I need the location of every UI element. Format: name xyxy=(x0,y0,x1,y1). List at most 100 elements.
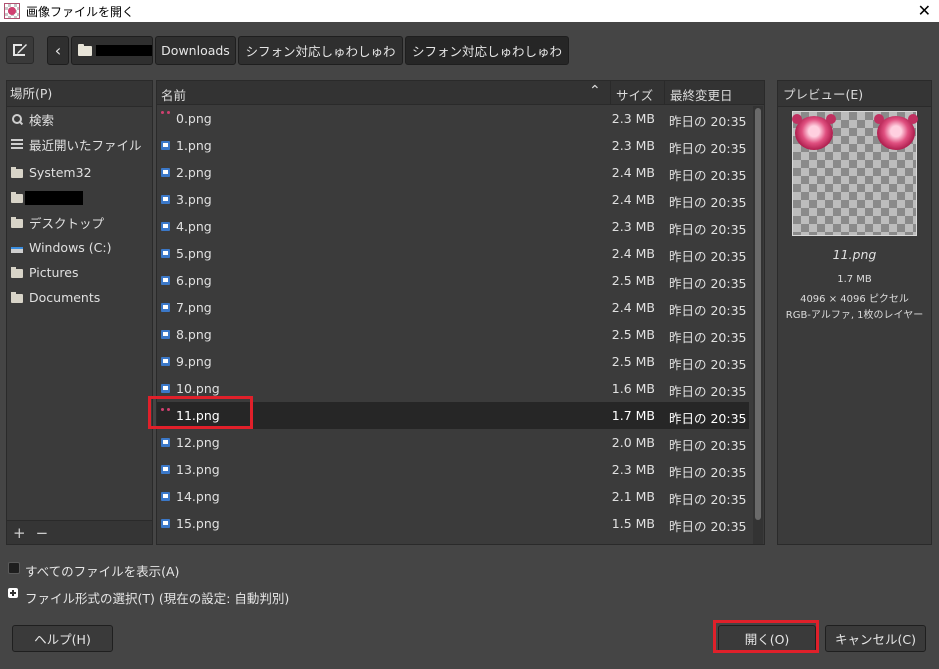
place-windows-drive[interactable]: Windows (C:) xyxy=(7,235,152,260)
file-name: 2.png xyxy=(176,165,212,180)
image-file-icon xyxy=(161,111,170,123)
place-label: デスクトップ xyxy=(29,216,105,231)
file-row[interactable]: 1.png 2.3 MB 昨日の 20:35 xyxy=(157,132,749,159)
window-title: 画像ファイルを開く xyxy=(26,4,135,19)
file-row[interactable]: 0.png 2.3 MB 昨日の 20:35 xyxy=(157,105,749,132)
file-size: 1.5 MB xyxy=(611,516,655,531)
crumb-downloads[interactable]: Downloads xyxy=(155,36,236,65)
file-row[interactable]: 10.png 1.6 MB 昨日の 20:35 xyxy=(157,375,749,402)
crumb-folder-2[interactable]: シフォン対応しゅわしゅわ xyxy=(405,36,569,65)
image-file-icon xyxy=(161,303,170,312)
image-file-icon xyxy=(161,519,170,528)
place-label: 検索 xyxy=(29,113,55,128)
help-button[interactable]: ヘルプ(H) xyxy=(12,625,113,652)
open-button[interactable]: 開く(O) xyxy=(718,625,816,652)
file-date: 昨日の 20:35 xyxy=(669,465,747,480)
place-recent[interactable]: 最近開いたファイル xyxy=(7,132,152,157)
file-row[interactable]: 9.png 2.5 MB 昨日の 20:35 xyxy=(157,348,749,375)
file-date: 昨日の 20:35 xyxy=(669,276,747,291)
column-size[interactable]: サイズ xyxy=(616,85,653,104)
image-file-icon xyxy=(161,222,170,231)
file-size: 2.3 MB xyxy=(611,219,655,234)
crumb-folder-1[interactable]: シフォン対応しゅわしゅわ xyxy=(238,36,403,65)
file-row[interactable]: 11.png 1.7 MB 昨日の 20:35 xyxy=(157,402,749,429)
preview-header[interactable]: プレビュー(E) xyxy=(778,81,931,107)
preview-thumbnail xyxy=(792,111,918,236)
scrollbar-thumb[interactable] xyxy=(755,108,761,520)
back-button[interactable]: ‹ xyxy=(47,36,69,65)
file-date: 昨日の 20:35 xyxy=(669,249,747,264)
place-desktop[interactable]: デスクトップ xyxy=(7,210,152,235)
file-type-expander-label[interactable]: ファイル形式の選択(T) (現在の設定: 自動判別) xyxy=(25,588,289,607)
image-file-icon xyxy=(161,408,170,420)
column-date[interactable]: 最終変更日 xyxy=(670,85,733,104)
preview-size: 1.7 MB xyxy=(837,274,872,285)
file-date: 昨日の 20:35 xyxy=(669,195,747,210)
file-name: 15.png xyxy=(176,516,220,531)
file-name: 12.png xyxy=(176,435,220,450)
file-date: 昨日の 20:35 xyxy=(669,114,747,129)
image-file-icon xyxy=(161,195,170,204)
file-row[interactable]: 2.png 2.4 MB 昨日の 20:35 xyxy=(157,159,749,186)
file-date: 昨日の 20:35 xyxy=(669,357,747,372)
file-size: 2.5 MB xyxy=(611,327,655,342)
column-name[interactable]: 名前 xyxy=(161,85,186,104)
file-row[interactable]: 8.png 2.5 MB 昨日の 20:35 xyxy=(157,321,749,348)
place-label: Documents xyxy=(29,290,101,305)
file-row[interactable]: 3.png 2.4 MB 昨日の 20:35 xyxy=(157,186,749,213)
file-date: 昨日の 20:35 xyxy=(669,384,747,399)
folder-icon xyxy=(11,217,23,228)
file-name: 13.png xyxy=(176,462,220,477)
folder-icon xyxy=(11,292,23,303)
file-name: 14.png xyxy=(176,489,220,504)
place-pictures[interactable]: Pictures xyxy=(7,260,152,285)
file-row[interactable]: 13.png 2.3 MB 昨日の 20:35 xyxy=(157,456,749,483)
image-file-icon xyxy=(161,249,170,258)
file-date: 昨日の 20:35 xyxy=(669,519,747,534)
file-size: 2.1 MB xyxy=(611,489,655,504)
file-size: 2.3 MB xyxy=(611,462,655,477)
search-icon xyxy=(11,113,23,126)
file-row[interactable]: 6.png 2.5 MB 昨日の 20:35 xyxy=(157,267,749,294)
image-file-icon xyxy=(161,384,170,393)
expand-icon[interactable] xyxy=(8,588,18,598)
file-name: 4.png xyxy=(176,219,212,234)
file-row[interactable]: 7.png 2.4 MB 昨日の 20:35 xyxy=(157,294,749,321)
add-place-icon[interactable]: + xyxy=(13,524,26,542)
folder-icon xyxy=(11,167,23,178)
app-icon xyxy=(4,3,20,19)
edit-location-button[interactable] xyxy=(6,36,34,64)
file-size: 2.5 MB xyxy=(611,354,655,369)
cancel-button[interactable]: キャンセル(C) xyxy=(825,625,926,652)
place-system32[interactable]: System32 xyxy=(7,160,152,185)
file-name: 0.png xyxy=(176,111,212,126)
preview-mode: RGB-アルファ, 1枚のレイヤー xyxy=(785,310,924,321)
show-all-files-checkbox[interactable] xyxy=(8,562,20,574)
file-date: 昨日の 20:35 xyxy=(669,222,747,237)
file-row[interactable]: 4.png 2.3 MB 昨日の 20:35 xyxy=(157,213,749,240)
file-row[interactable]: 14.png 2.1 MB 昨日の 20:35 xyxy=(157,483,749,510)
file-size: 2.3 MB xyxy=(611,111,655,126)
file-row[interactable]: 5.png 2.4 MB 昨日の 20:35 xyxy=(157,240,749,267)
place-user-folder[interactable] xyxy=(7,185,152,210)
file-row[interactable]: 12.png 2.0 MB 昨日の 20:35 xyxy=(157,429,749,456)
image-file-icon xyxy=(161,357,170,366)
sort-ascending-icon[interactable]: ⌃ xyxy=(589,83,601,99)
place-search[interactable]: 検索 xyxy=(7,107,152,132)
preview-character xyxy=(792,114,836,150)
file-list-scrollbar[interactable] xyxy=(753,106,763,544)
file-size: 2.4 MB xyxy=(611,246,655,261)
file-name: 11.png xyxy=(176,408,220,423)
file-row[interactable]: 15.png 1.5 MB 昨日の 20:35 xyxy=(157,510,749,537)
remove-place-icon[interactable]: − xyxy=(36,524,49,542)
place-documents[interactable]: Documents xyxy=(7,285,152,310)
file-name: 5.png xyxy=(176,246,212,261)
file-date: 昨日の 20:35 xyxy=(669,492,747,507)
file-size: 2.4 MB xyxy=(611,300,655,315)
file-name: 8.png xyxy=(176,327,212,342)
show-all-files-label[interactable]: すべてのファイルを表示(A) xyxy=(25,561,179,580)
places-footer: + − xyxy=(7,520,152,544)
file-date: 昨日の 20:35 xyxy=(669,168,747,183)
crumb-user-folder[interactable] xyxy=(71,36,153,65)
close-icon[interactable]: ✕ xyxy=(918,1,931,20)
